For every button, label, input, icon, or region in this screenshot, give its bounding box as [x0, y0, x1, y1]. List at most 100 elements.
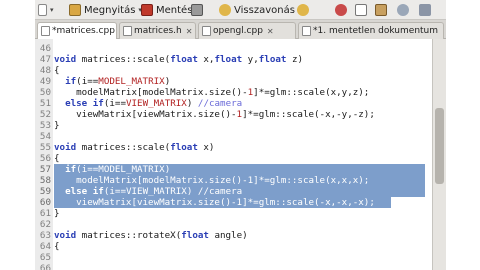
line-number: 63	[39, 230, 51, 241]
open-button-label: Megnyitás	[84, 4, 136, 16]
chevron-down-icon[interactable]: ▾	[50, 6, 54, 14]
code-text[interactable]: viewMatrix[viewMatrix.size()-1]*=glm::sc…	[54, 109, 375, 120]
redo-icon	[297, 4, 309, 16]
replace-button[interactable]	[419, 2, 431, 18]
line-number: 62	[39, 219, 51, 230]
copy-icon	[355, 4, 367, 16]
search-icon	[397, 4, 409, 16]
code-line[interactable]: 66	[35, 263, 432, 270]
code-line[interactable]: 58 modelMatrix[modelMatrix.size()-1]*=gl…	[35, 175, 432, 186]
tab-matrices-cpp[interactable]: *matrices.cpp ✕	[37, 22, 117, 39]
scrollbar-thumb[interactable]	[435, 108, 444, 184]
paste-button[interactable]	[375, 2, 387, 18]
line-number: 56	[39, 153, 51, 164]
save-icon	[141, 4, 153, 16]
code-text[interactable]: }	[54, 120, 60, 131]
code-line[interactable]: 62	[35, 219, 432, 230]
folder-icon	[69, 4, 81, 16]
line-number: 66	[39, 263, 51, 270]
code-line[interactable]: 63 void matrices::rotateX(float angle)	[35, 230, 432, 241]
code-line[interactable]: 61}	[35, 208, 432, 219]
vertical-scrollbar[interactable]	[432, 39, 446, 270]
close-icon[interactable]: ✕	[267, 27, 274, 36]
code-line[interactable]: 59 else if(i==VIEW_MATRIX) //camera	[35, 186, 432, 197]
code-line[interactable]: 53}	[35, 120, 432, 131]
tab-bar: *matrices.cpp ✕ matrices.h ✕ opengl.cpp …	[35, 20, 446, 39]
line-number: 49	[39, 76, 51, 87]
paste-icon	[375, 4, 387, 16]
line-number: 59	[39, 186, 51, 197]
code-line[interactable]: 47 void matrices::scale(float x,float y,f…	[35, 54, 432, 65]
copy-button[interactable]	[355, 2, 367, 18]
file-icon	[41, 26, 50, 36]
open-button[interactable]: Megnyitás ▾	[69, 2, 142, 18]
line-number: 53	[39, 120, 51, 131]
code-line[interactable]: 57 if(i==MODEL_MATRIX)	[35, 164, 432, 175]
tab-label: *matrices.cpp	[52, 26, 115, 36]
code-line[interactable]: 48{	[35, 65, 432, 76]
file-icon	[302, 26, 311, 36]
code-text[interactable]: else if(i==VIEW_MATRIX) //camera	[54, 186, 242, 197]
code-text[interactable]: if(i==MODEL_MATRIX)	[54, 164, 170, 175]
code-line[interactable]: 56{	[35, 153, 432, 164]
close-icon[interactable]: ✕	[186, 27, 193, 36]
new-document-icon	[38, 4, 47, 16]
code-text[interactable]: }	[54, 208, 60, 219]
tab-label: *1. mentetlen dokumentum	[313, 26, 439, 36]
code-line[interactable]: 51 else if(i==VIEW_MATRIX) //camera	[35, 98, 432, 109]
line-number: 46	[39, 43, 51, 54]
line-number: 47	[39, 54, 51, 65]
code-line[interactable]: 46	[35, 43, 432, 54]
tab-label: opengl.cpp	[213, 26, 263, 36]
code-line[interactable]: 52 viewMatrix[viewMatrix.size()-1]*=glm:…	[35, 109, 432, 120]
code-text[interactable]: void matrices::rotateX(float angle)	[54, 230, 248, 241]
line-number: 58	[39, 175, 51, 186]
toolbar: ▾ Megnyitás ▾ Mentés Visszavonás	[35, 0, 446, 20]
undo-icon	[219, 4, 231, 16]
line-number: 50	[39, 87, 51, 98]
code-text[interactable]: modelMatrix[modelMatrix.size()-1]*=glm::…	[54, 87, 369, 98]
tab-matrices-h[interactable]: matrices.h ✕	[119, 22, 196, 39]
save-button[interactable]: Mentés	[141, 2, 192, 18]
undo-button[interactable]: Visszavonás	[219, 2, 295, 18]
code-text[interactable]: void matrices::scale(float x,float y,flo…	[54, 54, 303, 65]
line-number: 61	[39, 208, 51, 219]
code-text[interactable]: modelMatrix[modelMatrix.size()-1]*=glm::…	[54, 175, 369, 186]
line-number: 65	[39, 252, 51, 263]
find-button[interactable]	[397, 2, 409, 18]
line-number: 48	[39, 65, 51, 76]
code-line[interactable]: 65	[35, 252, 432, 263]
code-line[interactable]: 60 viewMatrix[viewMatrix.size()-1]*=glm:…	[35, 197, 432, 208]
code-text[interactable]: else if(i==VIEW_MATRIX) //camera	[54, 98, 242, 109]
code-line[interactable]: 55 void matrices::scale(float x)	[35, 142, 432, 153]
code-text[interactable]: viewMatrix[viewMatrix.size()-1]*=glm::sc…	[54, 197, 375, 208]
line-number: 51	[39, 98, 51, 109]
tab-unsaved-document[interactable]: *1. mentetlen dokumentum	[298, 22, 444, 39]
save-button-label: Mentés	[156, 4, 193, 16]
redo-button[interactable]	[297, 2, 309, 18]
left-margin	[0, 0, 35, 270]
right-margin	[446, 0, 480, 270]
replace-icon	[419, 4, 431, 16]
line-number: 52	[39, 109, 51, 120]
screen: ▾ Megnyitás ▾ Mentés Visszavonás	[0, 0, 480, 270]
line-number: 55	[39, 142, 51, 153]
code-text[interactable]: void matrices::scale(float x)	[54, 142, 214, 153]
tab-opengl-cpp[interactable]: opengl.cpp ✕	[198, 22, 296, 39]
code-line[interactable]: 49 if(i==MODEL_MATRIX)	[35, 76, 432, 87]
code-text[interactable]: {	[54, 241, 60, 252]
print-button[interactable]	[191, 2, 203, 18]
code-line[interactable]: 64{	[35, 241, 432, 252]
print-icon	[191, 4, 203, 16]
line-number: 54	[39, 131, 51, 142]
code-line[interactable]: 50 modelMatrix[modelMatrix.size()-1]*=gl…	[35, 87, 432, 98]
undo-button-label: Visszavonás	[234, 4, 295, 16]
cut-button[interactable]	[335, 2, 347, 18]
code-text[interactable]: {	[54, 153, 60, 164]
code-editor[interactable]: 46 47 void matrices::scale(float x,float y…	[35, 39, 432, 270]
new-document-button[interactable]: ▾	[38, 2, 54, 18]
code-line[interactable]: 54	[35, 131, 432, 142]
tab-label: matrices.h	[134, 26, 182, 36]
code-text[interactable]: {	[54, 65, 60, 76]
code-text[interactable]: if(i==MODEL_MATRIX)	[54, 76, 170, 87]
